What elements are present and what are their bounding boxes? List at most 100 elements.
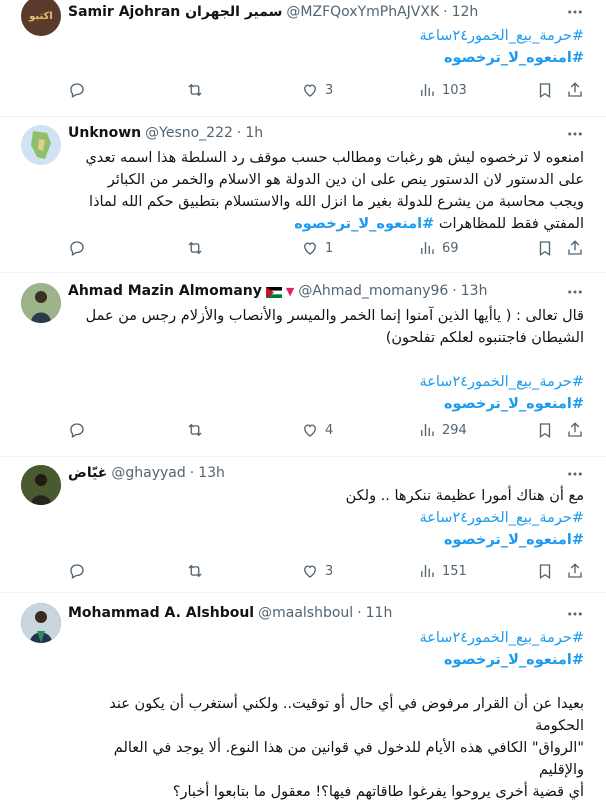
reply-icon bbox=[70, 83, 84, 98]
author-handle[interactable]: @Yesno_222 bbox=[145, 125, 233, 141]
timestamp[interactable]: 13h bbox=[461, 283, 488, 299]
timestamp[interactable]: 1h bbox=[245, 125, 263, 141]
avatar[interactable] bbox=[21, 465, 61, 505]
retweet-icon bbox=[188, 423, 202, 437]
retweet-icon bbox=[188, 241, 202, 255]
tweet-body: قال تعالى : ( ياأيها الذين آمنوا إنما ال… bbox=[68, 305, 584, 415]
hashtag-link[interactable]: #حرمة_بيع_الخمور٢٤ساعة bbox=[68, 507, 584, 529]
hashtag-link[interactable]: #امنعوه_لا_ترخصوه bbox=[68, 529, 584, 551]
tweet[interactable]: Unknown @Yesno_222 · 1h امنعوه لا ترخصوه… bbox=[0, 117, 606, 273]
bookmark-icon bbox=[539, 83, 551, 99]
reply-button[interactable] bbox=[68, 238, 86, 258]
retweet-button[interactable] bbox=[186, 80, 204, 100]
text-line: قال تعالى : ( ياأيها الذين آمنوا إنما ال… bbox=[85, 308, 584, 324]
views-button[interactable]: 103 bbox=[418, 80, 467, 100]
author-handle[interactable]: @maalshboul bbox=[258, 605, 353, 621]
views-button[interactable]: 69 bbox=[418, 238, 459, 258]
like-count: 1 bbox=[325, 240, 334, 256]
author-name[interactable]: غيّاض bbox=[68, 465, 107, 481]
author-handle[interactable]: @MZFQoxYmPhAJVXK bbox=[286, 4, 439, 20]
share-button[interactable] bbox=[566, 80, 584, 100]
like-icon bbox=[304, 84, 316, 97]
views-count: 69 bbox=[442, 240, 459, 256]
more-icon[interactable] bbox=[566, 125, 584, 143]
hashtag-link[interactable]: #امنعوه_لا_ترخصوه bbox=[68, 47, 584, 69]
timestamp[interactable]: 12h bbox=[452, 4, 479, 20]
tweet-body: #حرمة_بيع_الخمور٢٤ساعة #امنعوه_لا_ترخصوه bbox=[68, 25, 584, 69]
views-icon bbox=[421, 565, 434, 577]
like-button[interactable]: 3 bbox=[301, 80, 333, 100]
share-button[interactable] bbox=[566, 561, 584, 581]
author-handle[interactable]: @ghayyad bbox=[111, 465, 185, 481]
separator-dot: · bbox=[357, 605, 362, 621]
share-icon bbox=[568, 240, 582, 255]
author-name[interactable]: Mohammad A. Alshboul bbox=[68, 605, 254, 621]
tweet-header: Samir Ajohran سمير الجهران @MZFQoxYmPhAJ… bbox=[68, 2, 478, 22]
timestamp[interactable]: 11h bbox=[366, 605, 393, 621]
text-line: بعيدا عن أن القرار مرفوض في أي حال أو تو… bbox=[109, 696, 584, 734]
more-icon[interactable] bbox=[566, 605, 584, 623]
jordan-flag-icon bbox=[265, 286, 282, 298]
author-name[interactable]: Samir Ajohran سمير الجهران bbox=[68, 4, 282, 20]
reply-button[interactable] bbox=[68, 420, 86, 440]
author-handle[interactable]: @Ahmad_momany96 bbox=[298, 283, 448, 299]
views-button[interactable]: 294 bbox=[418, 420, 467, 440]
share-button[interactable] bbox=[566, 420, 584, 440]
views-button[interactable]: 151 bbox=[418, 561, 467, 581]
timestamp[interactable]: 13h bbox=[198, 465, 225, 481]
bookmark-button[interactable] bbox=[536, 561, 554, 581]
text-line: مع أن هناك أمورا عظيمة ننكرها .. ولكن bbox=[345, 488, 584, 504]
avatar[interactable] bbox=[21, 125, 61, 165]
retweet-button[interactable] bbox=[186, 420, 204, 440]
tweet-actions: 1 69 bbox=[68, 238, 568, 258]
tweet-header: Mohammad A. Alshboul @maalshboul · 11h bbox=[68, 603, 392, 623]
reply-button[interactable] bbox=[68, 561, 86, 581]
hashtag-link[interactable]: #امنعوه_لا_ترخصوه bbox=[68, 393, 584, 415]
hashtag-link[interactable]: #حرمة_بيع_الخمور٢٤ساعة bbox=[68, 627, 584, 649]
like-button[interactable]: 4 bbox=[301, 420, 333, 440]
like-icon bbox=[304, 242, 316, 255]
tweet-header: غيّاض @ghayyad · 13h bbox=[68, 463, 225, 483]
retweet-button[interactable] bbox=[186, 561, 204, 581]
bookmark-button[interactable] bbox=[536, 238, 554, 258]
tweet-actions: 3 151 bbox=[68, 561, 568, 581]
more-icon[interactable] bbox=[566, 465, 584, 483]
bookmark-icon bbox=[539, 564, 551, 580]
like-count: 4 bbox=[325, 422, 334, 438]
text-line: "الرواق" الكافي هذه الأيام للدخول في قوا… bbox=[113, 740, 584, 778]
avatar[interactable] bbox=[21, 603, 61, 643]
hashtag-link[interactable]: #حرمة_بيع_الخمور٢٤ساعة bbox=[68, 25, 584, 47]
more-icon[interactable] bbox=[566, 3, 584, 21]
share-button[interactable] bbox=[566, 238, 584, 258]
hashtag-link[interactable]: #حرمة_بيع_الخمور٢٤ساعة bbox=[68, 371, 584, 393]
tweet[interactable]: Ahmad Mazin Almomany ▼ @Ahmad_momany96 ·… bbox=[0, 273, 606, 457]
retweet-icon bbox=[188, 83, 202, 97]
tweet[interactable]: Mohammad A. Alshboul @maalshboul · 11h #… bbox=[0, 593, 606, 800]
author-name[interactable]: Unknown bbox=[68, 125, 141, 141]
text-line: امنعوه لا ترخصوه ليش هو رغبات ومطالب حسب… bbox=[85, 150, 584, 166]
retweet-button[interactable] bbox=[186, 238, 204, 258]
hashtag-link[interactable]: #امنعوه_لا_ترخصوه bbox=[68, 649, 584, 671]
views-icon bbox=[421, 242, 434, 254]
hashtag-link[interactable]: #امنعوه_لا_ترخصوه bbox=[294, 216, 434, 232]
text-line: على الدستور لان الدستور ينص على ان دين ا… bbox=[107, 172, 584, 188]
avatar[interactable]: اكتبو bbox=[21, 0, 61, 36]
like-button[interactable]: 1 bbox=[301, 238, 333, 258]
like-icon bbox=[304, 565, 316, 578]
avatar[interactable] bbox=[21, 283, 61, 323]
tweet[interactable]: غيّاض @ghayyad · 13h مع أن هناك أمورا عظ… bbox=[0, 457, 606, 593]
tweet[interactable]: اكتبو Samir Ajohran سمير الجهران @MZFQox… bbox=[0, 0, 606, 117]
text-line: أي قضية أخرى يروحوا يفرغوا طاقاتهم فيها؟… bbox=[172, 784, 584, 800]
views-icon bbox=[421, 84, 434, 96]
reply-button[interactable] bbox=[68, 80, 86, 100]
like-button[interactable]: 3 bbox=[301, 561, 333, 581]
author-name[interactable]: Ahmad Mazin Almomany bbox=[68, 283, 262, 299]
bookmark-button[interactable] bbox=[536, 80, 554, 100]
tweet-actions: 4 294 bbox=[68, 420, 568, 440]
more-icon[interactable] bbox=[566, 283, 584, 301]
reply-icon bbox=[70, 564, 84, 579]
like-count: 3 bbox=[325, 563, 334, 579]
bookmark-button[interactable] bbox=[536, 420, 554, 440]
